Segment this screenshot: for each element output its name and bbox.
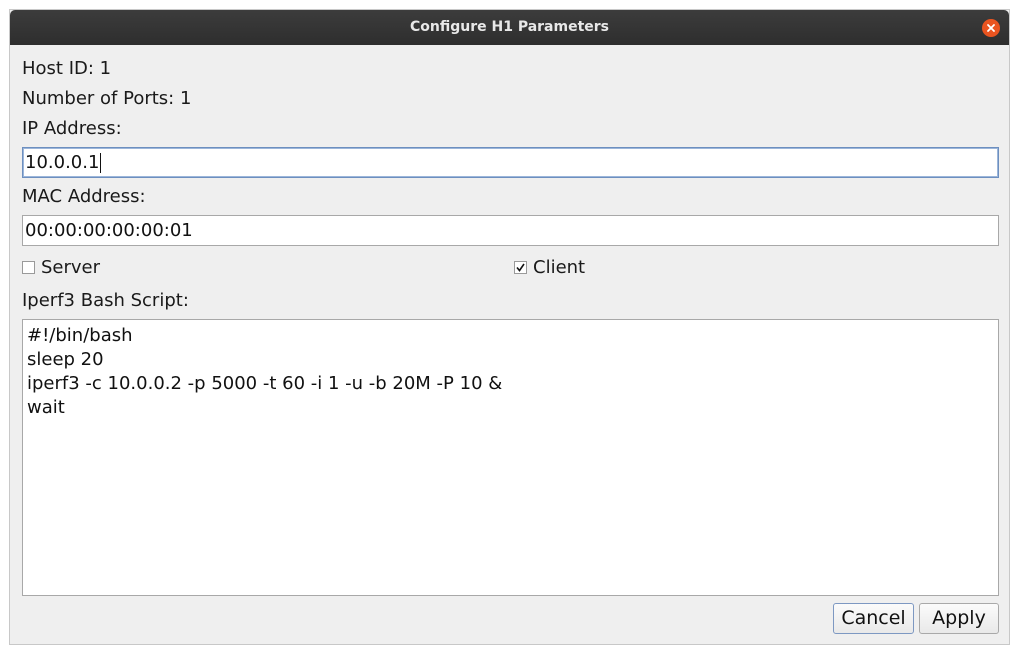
ip-address-value-wrap: 10.0.0.1	[25, 148, 102, 177]
mac-address-value: 00:00:00:00:00:01	[25, 220, 193, 241]
script-label: Iperf3 Bash Script:	[22, 290, 189, 311]
cancel-button[interactable]: Cancel	[833, 603, 914, 634]
script-line: #!/bin/bash	[27, 325, 133, 346]
checkmark-icon	[516, 263, 525, 272]
mac-address-input[interactable]: 00:00:00:00:00:01	[22, 215, 999, 246]
text-caret	[100, 153, 102, 173]
number-of-ports-label: Number of Ports: 1	[22, 88, 192, 109]
configure-dialog: Configure H1 Parameters Host ID: 1 Numbe…	[9, 9, 1010, 645]
title-bar[interactable]: Configure H1 Parameters	[10, 10, 1009, 45]
server-checkbox-label[interactable]: Server	[41, 257, 100, 278]
ip-address-input[interactable]: 10.0.0.1	[22, 147, 999, 178]
close-icon	[987, 24, 995, 32]
ip-address-value: 10.0.0.1	[25, 152, 100, 173]
client-checkbox[interactable]	[514, 261, 527, 274]
host-id-label: Host ID: 1	[22, 58, 112, 79]
mac-address-label: MAC Address:	[22, 186, 146, 207]
server-checkbox[interactable]	[22, 261, 35, 274]
client-checkbox-label[interactable]: Client	[533, 257, 585, 278]
apply-button[interactable]: Apply	[919, 603, 999, 634]
close-button[interactable]	[982, 19, 1000, 37]
script-line: wait	[27, 397, 65, 418]
script-line: iperf3 -c 10.0.0.2 -p 5000 -t 60 -i 1 -u…	[27, 373, 503, 394]
window-title: Configure H1 Parameters	[409, 19, 610, 35]
script-line: sleep 20	[27, 349, 104, 370]
script-textarea[interactable]: #!/bin/bash sleep 20 iperf3 -c 10.0.0.2 …	[22, 319, 999, 596]
ip-address-label: IP Address:	[22, 118, 122, 139]
